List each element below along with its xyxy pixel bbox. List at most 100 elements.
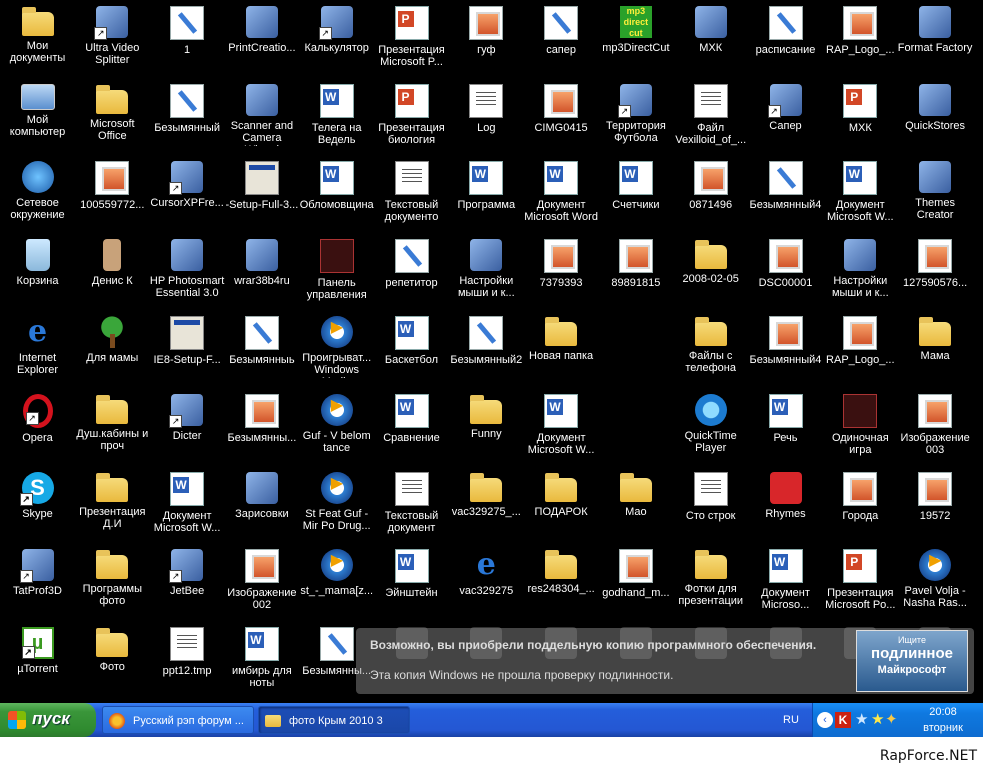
taskbar-button-folder[interactable]: фото Крым 2010 3 [258, 706, 410, 734]
desktop-icon[interactable]: µTorrent [0, 621, 75, 699]
desktop-icon[interactable]: St Feat Guf - Mir Po Drug... [299, 466, 374, 544]
desktop-icon[interactable]: Документ Microsoft W... [150, 466, 225, 544]
desktop-icon[interactable]: Мой компьютер [0, 78, 75, 156]
desktop-icon[interactable]: QuickTime Player [673, 388, 748, 466]
desktop-icon[interactable]: Проигрыват... Windows Media [299, 310, 374, 388]
clock[interactable]: 20:08 вторник [913, 706, 973, 734]
desktop-icon[interactable]: QuickStores [898, 78, 973, 156]
desktop-icon[interactable]: репетитор [374, 233, 449, 311]
desktop-icon[interactable]: RAP_Logo_... [823, 0, 898, 78]
desktop-icon[interactable]: Речь [748, 388, 823, 466]
desktop-icon[interactable]: Презентация Microsoft P... [374, 0, 449, 78]
desktop-icon[interactable]: Dicter [150, 388, 225, 466]
desktop-icon[interactable]: Настройки мыши и к... [823, 233, 898, 311]
desktop-icon[interactable]: PrintCreatio... [224, 0, 299, 78]
desktop-icon[interactable]: 127590576... [898, 233, 973, 311]
desktop-icon[interactable]: Файлы с телефона [673, 310, 748, 388]
show-hidden-icons-arrow-icon[interactable]: ‹ [817, 712, 833, 728]
desktop-icon[interactable]: Сто строк [673, 466, 748, 544]
desktop-icon[interactable]: -Setup-Full-3... [224, 155, 299, 233]
desktop-icon[interactable]: Телега на Ведель [299, 78, 374, 156]
desktop-icon[interactable]: Безымянныь [224, 310, 299, 388]
desktop-icon[interactable]: расписание [748, 0, 823, 78]
desktop-icon[interactable]: Корзина [0, 233, 75, 311]
desktop-icon[interactable]: Skype [0, 466, 75, 544]
genuine-microsoft-badge[interactable]: Ищите подлинное Майкрософт [856, 630, 968, 692]
desktop-icon[interactable]: 100559772... [75, 155, 150, 233]
desktop-icon[interactable]: Безымянный [150, 78, 225, 156]
language-indicator[interactable]: RU [780, 712, 802, 728]
desktop-icon[interactable]: Безымянный2 [449, 310, 524, 388]
desktop-icon[interactable]: 2008-02-05 [673, 233, 748, 311]
desktop-icon[interactable]: Ultra Video Splitter [75, 0, 150, 78]
desktop-icon[interactable]: Текстовый документ [374, 466, 449, 544]
taskbar-button-firefox[interactable]: Русский рэп форум ... [102, 706, 254, 734]
desktop-icon[interactable]: vac329275 [449, 543, 524, 621]
desktop-icon[interactable]: Счетчики [598, 155, 673, 233]
desktop-icon[interactable]: Безымянный4 [748, 155, 823, 233]
desktop-icon[interactable]: Калькулятор [299, 0, 374, 78]
genuine-windows-notice[interactable]: Возможно, вы приобрели поддельную копию … [356, 628, 974, 694]
desktop-icon[interactable]: МХК [823, 78, 898, 156]
desktop-icon[interactable]: Документ Microsoft W... [823, 155, 898, 233]
desktop-icon[interactable]: 1 [150, 0, 225, 78]
desktop-icon[interactable]: Панель управления [299, 233, 374, 311]
desktop-icon[interactable]: CursorXPFre... [150, 155, 225, 233]
desktop-icon[interactable]: Файл Vexilloid_of_... [673, 78, 748, 156]
kaspersky-icon[interactable]: K [835, 712, 851, 728]
desktop-icon[interactable]: Мао [598, 466, 673, 544]
desktop-icon[interactable]: st_-_mama[z... [299, 543, 374, 621]
desktop-icon[interactable]: Безымянны... [224, 388, 299, 466]
desktop-icon[interactable]: Microsoft Office [75, 78, 150, 156]
desktop-icon[interactable]: ПОДАРОК [524, 466, 599, 544]
desktop-icon[interactable]: DSC00001 [748, 233, 823, 311]
desktop-icon[interactable]: wrar38b4ru [224, 233, 299, 311]
desktop-icon[interactable]: МХК [673, 0, 748, 78]
desktop-icon[interactable]: Новая папка [524, 310, 599, 388]
desktop-icon[interactable]: Мама [898, 310, 973, 388]
desktop-icon[interactable]: Программа [449, 155, 524, 233]
desktop-icon[interactable]: Сетевое окружение [0, 155, 75, 233]
desktop-icon[interactable]: Эйнштейн [374, 543, 449, 621]
desktop-icon[interactable]: Безымянный4 [748, 310, 823, 388]
desktop-icon[interactable]: res248304_... [524, 543, 599, 621]
desktop-icon[interactable]: 0871496 [673, 155, 748, 233]
desktop-icon[interactable]: TatProf3D [0, 543, 75, 621]
desktop-icon[interactable]: имбирь для ноты [224, 621, 299, 699]
desktop-icon[interactable]: Обломовщина [299, 155, 374, 233]
desktop-icon[interactable]: Душ.кабины и проч [75, 388, 150, 466]
desktop-icon[interactable]: сапер [524, 0, 599, 78]
desktop-icon[interactable]: Сапер [748, 78, 823, 156]
desktop-icon[interactable]: Мои документы [0, 0, 75, 78]
desktop-icon[interactable]: Территория Футбола [598, 78, 673, 156]
desktop-icon[interactable]: JetBee [150, 543, 225, 621]
desktop-icon[interactable]: IE8-Setup-F... [150, 310, 225, 388]
desktop-icon[interactable]: Internet Explorer [0, 310, 75, 388]
desktop-icon[interactable]: Документ Microsoft W... [524, 388, 599, 466]
desktop-icon[interactable]: Документ Microsoft Word [524, 155, 599, 233]
desktop-icon[interactable]: Текстовый документо [374, 155, 449, 233]
desktop-icon[interactable]: Одиночная игра [823, 388, 898, 466]
desktop-icon[interactable]: godhand_m... [598, 543, 673, 621]
tray-app-icon[interactable]: ✦ [885, 712, 901, 728]
desktop-icon[interactable]: 7379393 [524, 233, 599, 311]
desktop-icon[interactable]: Города [823, 466, 898, 544]
desktop-icon[interactable]: Программы фото [75, 543, 150, 621]
desktop-icon[interactable]: Документ Microso... [748, 543, 823, 621]
desktop-icon[interactable]: Изображение 002 [224, 543, 299, 621]
desktop-icon[interactable]: HP Photosmart Essential 3.0 [150, 233, 225, 311]
desktop-icon[interactable]: Opera [0, 388, 75, 466]
desktop-icon[interactable]: Настройки мыши и к... [449, 233, 524, 311]
desktop-icon[interactable]: Презентация Microsoft Po... [823, 543, 898, 621]
desktop-icon[interactable]: Rhymes [748, 466, 823, 544]
desktop-icon[interactable]: Сравнение [374, 388, 449, 466]
desktop-icon[interactable]: Pavel Volja - Nasha Ras... [898, 543, 973, 621]
desktop-icon[interactable]: Log [449, 78, 524, 156]
desktop-icon[interactable]: Презентация биология [374, 78, 449, 156]
desktop-icon[interactable]: RAP_Logo_... [823, 310, 898, 388]
desktop-icon[interactable]: CIMG0415 [524, 78, 599, 156]
desktop-icon[interactable]: Для мамы [75, 310, 150, 388]
desktop-icon[interactable]: Фотки для презентации [673, 543, 748, 621]
desktop-icon[interactable]: Themes Creator [898, 155, 973, 233]
desktop-icon[interactable]: ppt12.tmp [150, 621, 225, 699]
